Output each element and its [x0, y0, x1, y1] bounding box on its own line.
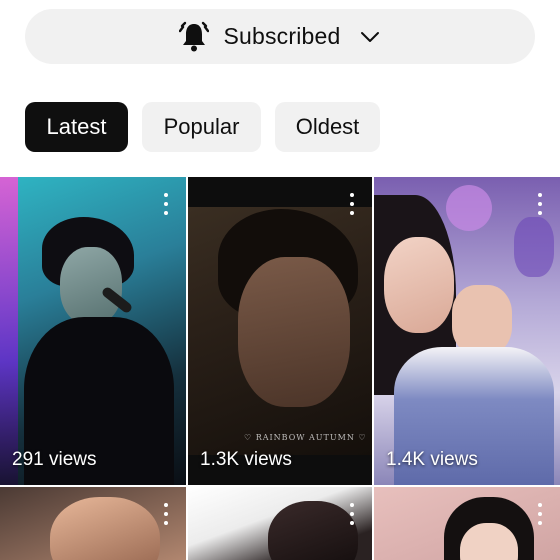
chip-popular[interactable]: Popular: [142, 102, 261, 152]
short-thumbnail[interactable]: [0, 487, 186, 560]
bokeh-light: [446, 185, 492, 231]
more-vert-icon[interactable]: [346, 503, 358, 525]
person-hand: [452, 285, 512, 355]
thumbnail-figure: [268, 501, 358, 560]
person-face: [384, 237, 454, 333]
chevron-down-icon: [359, 26, 381, 48]
subscribed-button[interactable]: Subscribed: [25, 9, 535, 64]
chip-latest[interactable]: Latest: [25, 102, 128, 152]
chip-oldest[interactable]: Oldest: [275, 102, 380, 152]
more-vert-icon[interactable]: [160, 193, 172, 215]
more-vert-icon[interactable]: [534, 503, 546, 525]
subscribed-label: Subscribed: [223, 23, 341, 49]
short-thumbnail[interactable]: 291 views: [0, 177, 186, 485]
short-thumbnail[interactable]: 1.4K views: [374, 177, 560, 485]
bell-ringing-icon: [179, 21, 210, 53]
stage-light: [0, 177, 18, 485]
thumbnail-figure: [50, 497, 160, 560]
view-count: 291 views: [12, 449, 97, 470]
performer-face: [60, 247, 122, 325]
short-thumbnail[interactable]: [374, 487, 560, 560]
view-count: 1.4K views: [386, 449, 478, 470]
more-vert-icon[interactable]: [534, 193, 546, 215]
sort-chips: Latest Popular Oldest: [25, 102, 380, 152]
thumbnail-caption: ♡ RAINBOW AUTUMN ♡: [244, 433, 367, 442]
short-thumbnail[interactable]: [188, 487, 372, 560]
bokeh-light: [514, 217, 554, 277]
portrait-face: [238, 257, 350, 407]
view-count: 1.3K views: [200, 449, 292, 470]
short-thumbnail[interactable]: ♡ RAINBOW AUTUMN ♡ 1.3K views: [188, 177, 372, 485]
more-vert-icon[interactable]: [346, 193, 358, 215]
more-vert-icon[interactable]: [160, 503, 172, 525]
